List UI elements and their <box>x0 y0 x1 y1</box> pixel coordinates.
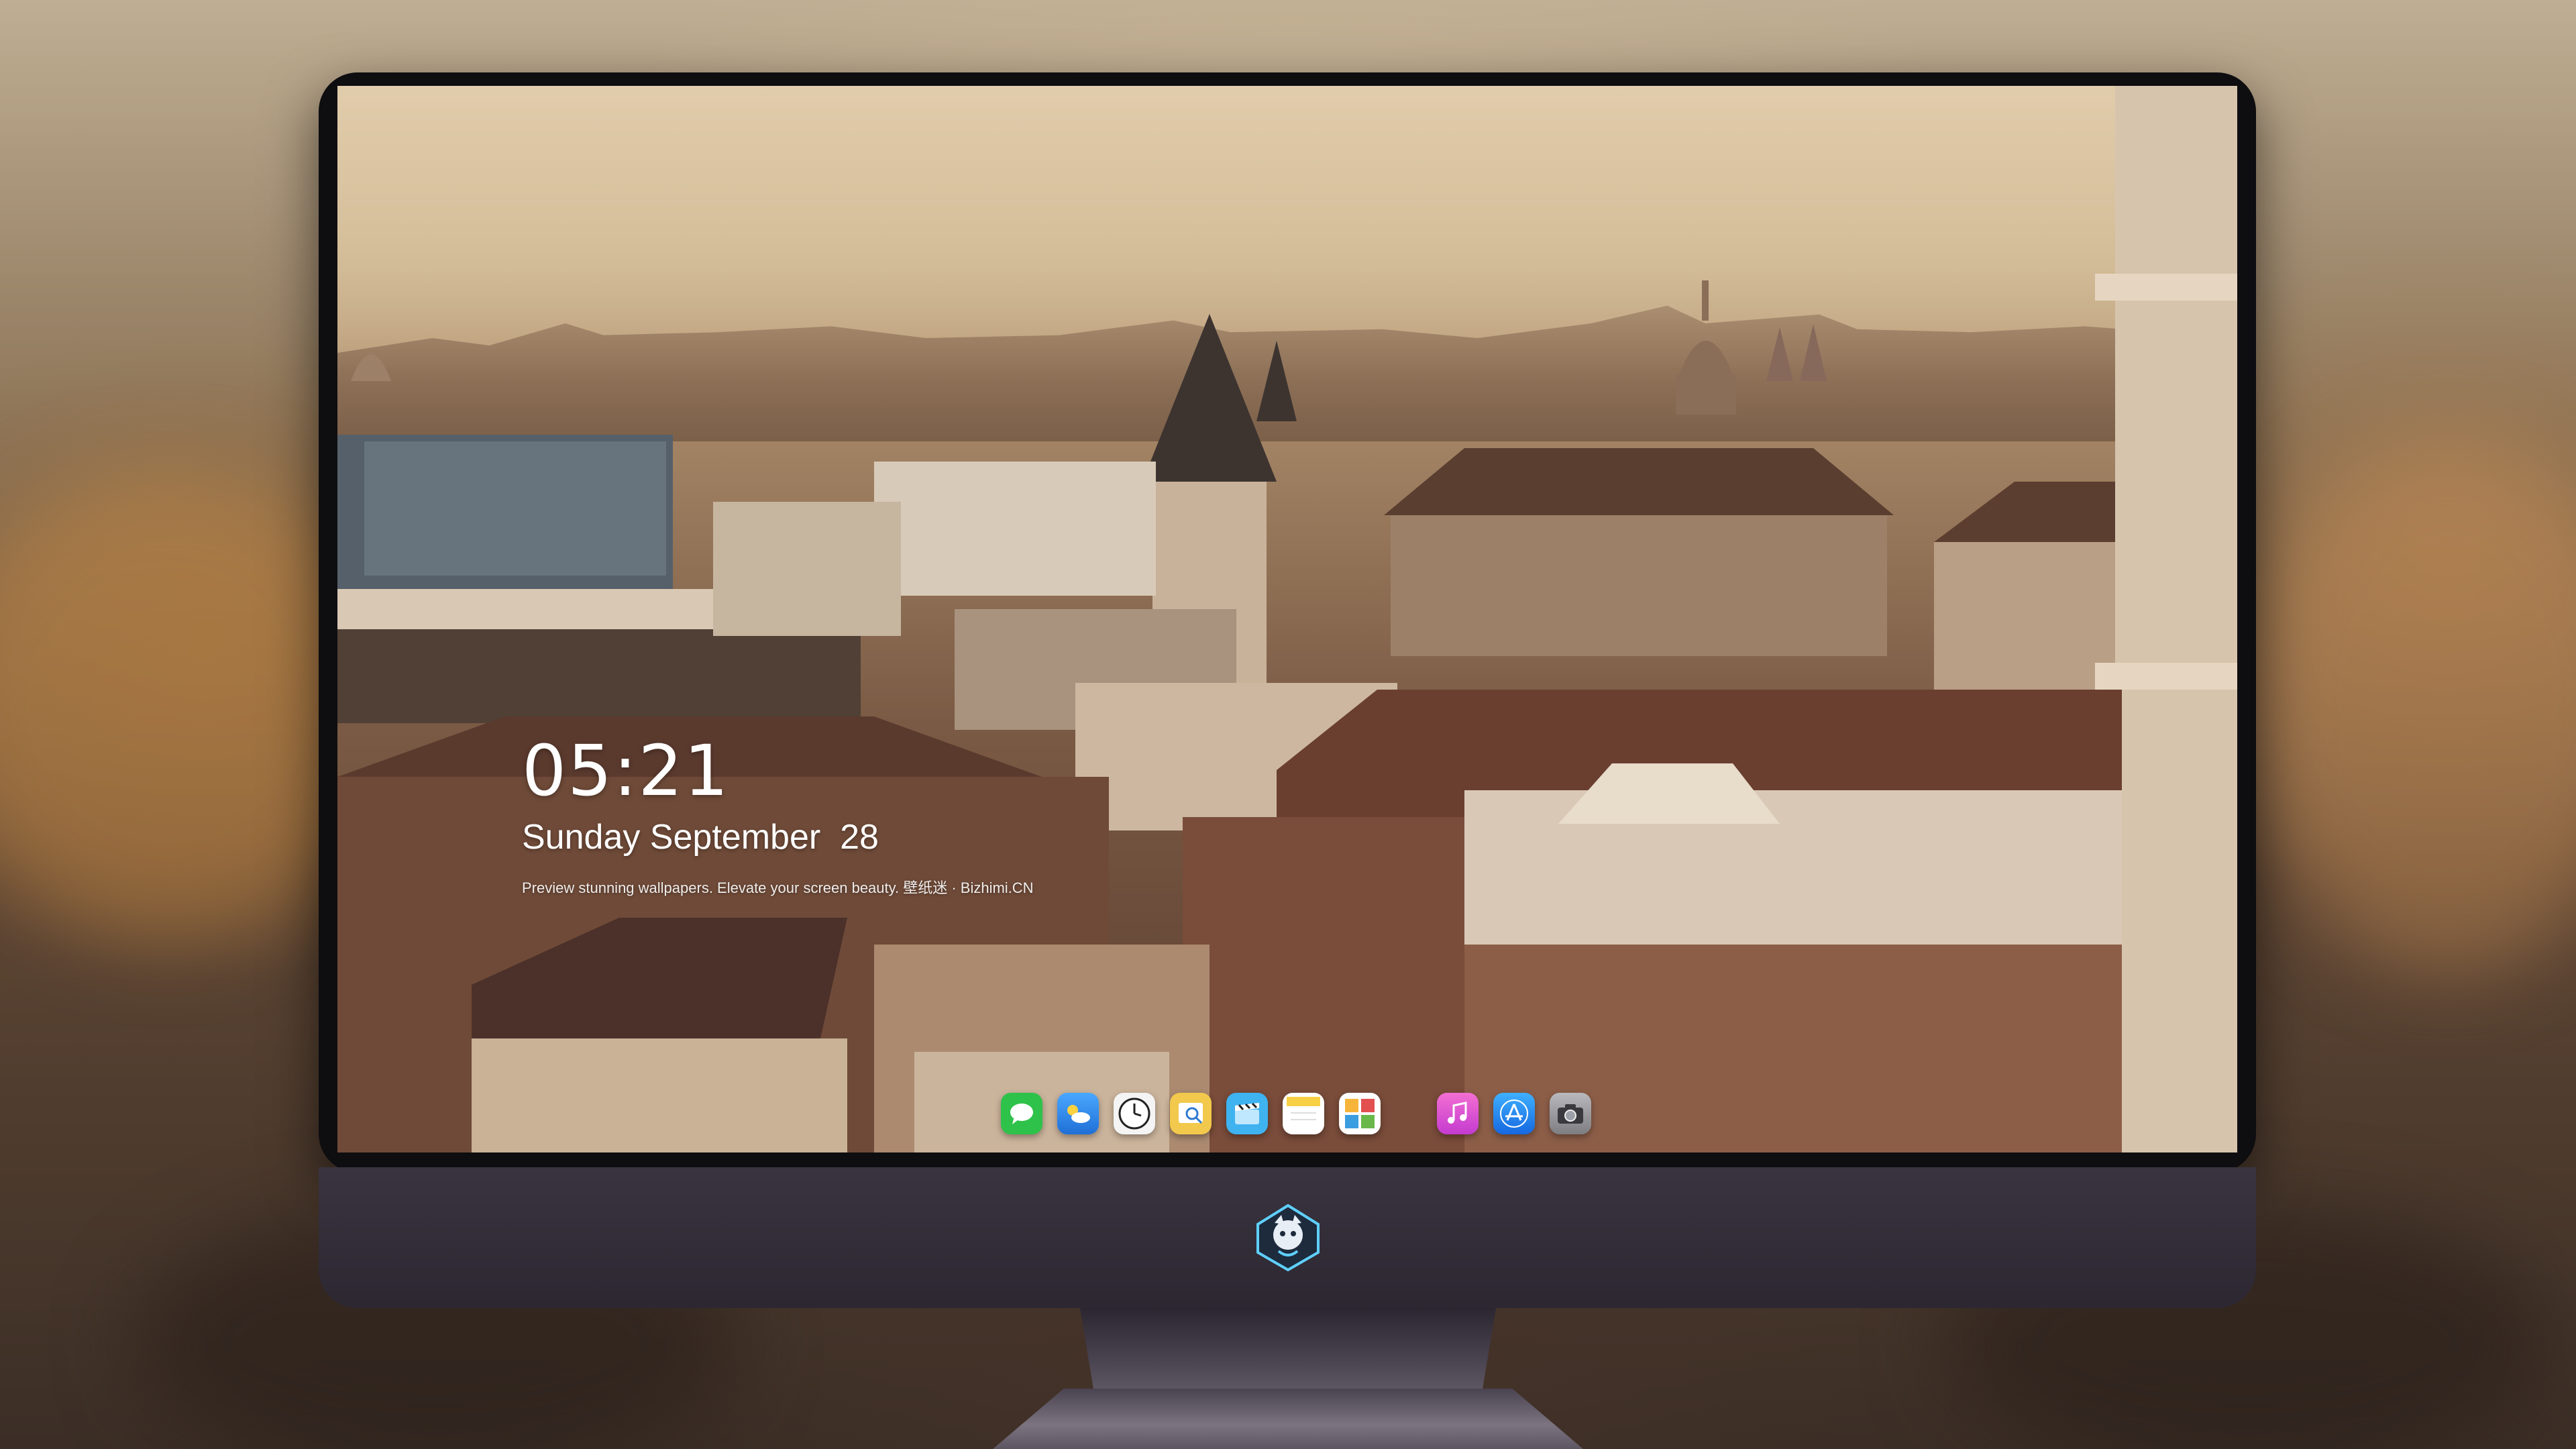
dock <box>986 1080 1606 1147</box>
camera-icon[interactable] <box>1550 1093 1591 1134</box>
city-rooftops-illustration <box>337 86 2237 1152</box>
bizhimi-mascot-logo <box>1256 1204 1320 1271</box>
notes-icon[interactable] <box>1283 1093 1324 1134</box>
lock-clock: 05:21 Sunday September 28 Preview stunni… <box>522 730 1034 898</box>
monitor-stand-base <box>993 1389 1583 1449</box>
weather-icon[interactable] <box>1057 1093 1099 1134</box>
lock-screen[interactable]: 05:21 Sunday September 28 Preview stunni… <box>337 86 2237 1152</box>
lock-date: Sunday September 28 <box>522 818 879 857</box>
clips-icon[interactable] <box>1226 1093 1268 1134</box>
wallpaper-tagline: Preview stunning wallpapers. Elevate you… <box>522 879 1034 896</box>
photo-gallery-icon[interactable] <box>1339 1093 1381 1134</box>
messages-icon[interactable] <box>1001 1093 1042 1134</box>
lock-time: 05:21 <box>522 730 730 812</box>
desktop-backdrop: 05:21 Sunday September 28 Preview stunni… <box>0 0 2576 1449</box>
clock-icon[interactable] <box>1114 1093 1155 1134</box>
preview-icon[interactable] <box>1170 1093 1212 1134</box>
app-store-icon[interactable] <box>1493 1093 1535 1134</box>
music-icon[interactable] <box>1437 1093 1479 1134</box>
